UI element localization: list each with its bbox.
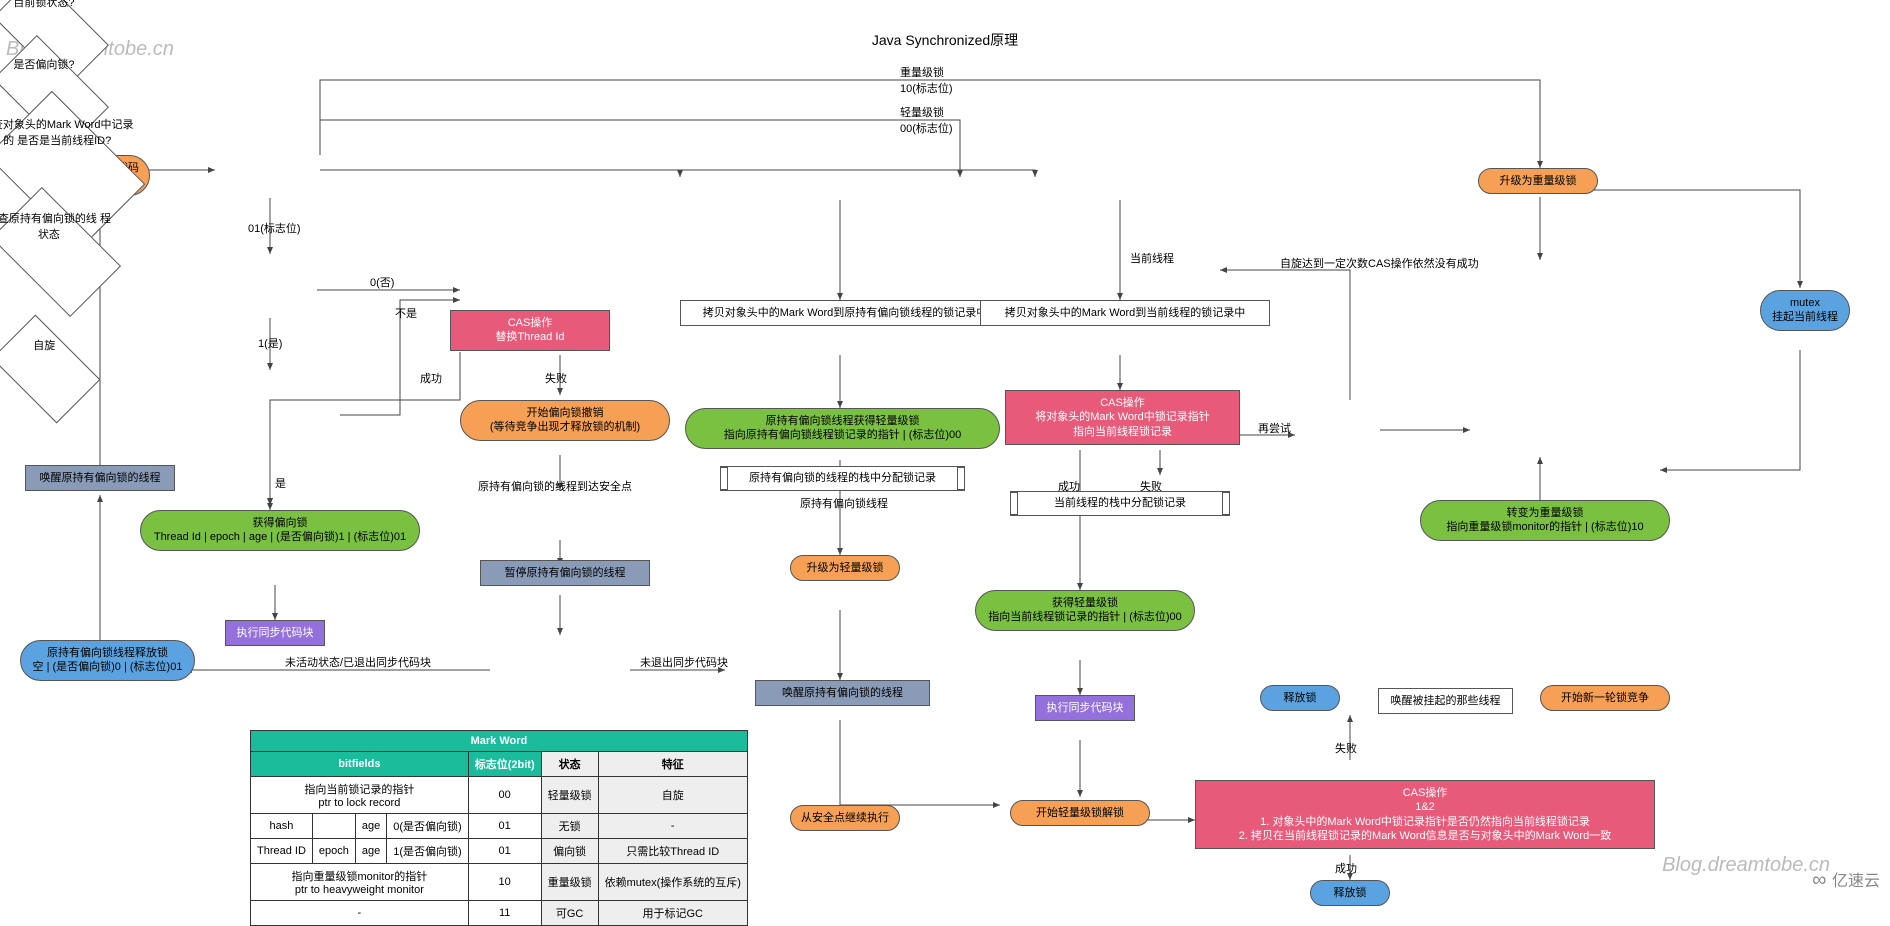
label-noexit: 未退出同步代码块	[640, 654, 728, 670]
wake-orig-1: 唤醒原持有偏向锁的线程	[25, 465, 175, 491]
label-success-3: 成功	[1335, 860, 1357, 876]
wake-suspended: 唤醒被挂起的那些线程	[1378, 688, 1513, 714]
cas-unlock: CAS操作1&21. 对象头中的Mark Word中锁记录指针是否仍然指向当前线…	[1195, 780, 1655, 849]
label-fail-3: 失败	[1335, 740, 1357, 756]
revoke-bias: 开始偏向锁撤销(等待竞争出现才释放锁的机制)	[460, 400, 670, 441]
proc-alloc-orig: 原持有偏向锁的线程的栈中分配锁记录	[720, 466, 965, 491]
copy-mark-orig: 拷贝对象头中的Mark Word到原持有偏向锁线程的锁记录中	[680, 300, 1010, 326]
label-safe: 原持有偏向锁的线程到达安全点	[478, 478, 632, 494]
continue-safe: 从安全点继续执行	[790, 805, 900, 831]
decision-spin: 自旋	[0, 337, 92, 397]
get-light-cur: 获得轻量级锁指向当前线程锁记录的指针 | (标志位)00	[975, 590, 1195, 631]
unlock-start: 开始轻量级锁解锁	[1010, 800, 1150, 826]
label-exit: 未活动状态/已退出同步代码块	[285, 654, 431, 670]
label-heavy: 重量级锁	[900, 64, 944, 80]
label-0: 0(否)	[370, 274, 394, 290]
page-title: Java Synchronized原理	[872, 30, 1018, 50]
upgrade-heavy: 升级为重量级锁	[1478, 168, 1598, 194]
label-origthread: 原持有偏向锁线程	[800, 495, 888, 511]
exec-sync-1: 执行同步代码块	[225, 620, 325, 646]
to-heavy: 转变为重量级锁指向重量级锁monitor的指针 | (标志位)10	[1420, 500, 1670, 541]
label-fail: 失败	[545, 370, 567, 386]
pause-thread: 暂停原持有偏向锁的线程	[480, 560, 650, 586]
copy-mark-cur: 拷贝对象头中的Mark Word到当前线程的锁记录中	[980, 300, 1270, 326]
label-fail-2: 失败	[1140, 478, 1162, 494]
label-success: 成功	[420, 370, 442, 386]
decision-check: 检查原持有偏向锁的线 程状态	[0, 210, 114, 280]
label-cur: 当前线程	[1130, 250, 1174, 266]
brand-logo: 亿速云	[1812, 867, 1880, 892]
decision-state: 目前锁状态?	[0, 0, 104, 54]
label-no: 不是	[395, 305, 417, 321]
watermark-bottom: Blog.dreamtobe.cn	[1662, 854, 1830, 877]
release-bias: 原持有偏向锁线程释放锁空 | (是否偏向锁)0 | (标志位)01	[20, 640, 195, 681]
wake-orig-2: 唤醒原持有偏向锁的线程	[755, 680, 930, 706]
upgrade-light: 升级为轻量级锁	[790, 555, 900, 581]
get-bias-lock: 获得偏向锁Thread Id | epoch | age | (是否偏向锁)1 …	[140, 510, 420, 551]
label-light-bits: 00(标志位)	[900, 120, 953, 136]
label-1: 1(是)	[258, 335, 282, 351]
label-heavy-bits: 10(标志位)	[900, 80, 953, 96]
label-light: 轻量级锁	[900, 104, 944, 120]
mutex-node: mutex挂起当前线程	[1760, 290, 1850, 331]
label-01: 01(标志位)	[248, 220, 301, 236]
label-yes: 是	[275, 475, 286, 491]
decision-markid: 检查对象头的Mark Word中记录的 是否是当前线程ID?	[0, 116, 135, 206]
cas-replace: CAS操作替换Thread Id	[450, 310, 610, 351]
release-lock-1: 释放锁	[1260, 685, 1340, 711]
exec-sync-2: 执行同步代码块	[1035, 695, 1135, 721]
label-retry: 再尝试	[1258, 420, 1291, 436]
get-light-orig: 原持有偏向锁线程获得轻量级锁指向原持有偏向锁线程锁记录的指针 | (标志位)00	[685, 408, 1000, 449]
markword-table: Mark Word bitfields标志位(2bit)状态特征 指向当前锁记录…	[250, 730, 748, 926]
label-spinfail: 自旋达到一定次数CAS操作依然没有成功	[1280, 255, 1510, 271]
proc-alloc-cur: 当前线程的栈中分配锁记录	[1010, 491, 1230, 516]
label-success-2: 成功	[1058, 478, 1080, 494]
new-competition: 开始新一轮锁竞争	[1540, 685, 1670, 711]
cas-pointer: CAS操作将对象头的Mark Word中锁记录指针 指向当前线程锁记录	[1005, 390, 1240, 445]
release-lock-2: 释放锁	[1310, 880, 1390, 906]
